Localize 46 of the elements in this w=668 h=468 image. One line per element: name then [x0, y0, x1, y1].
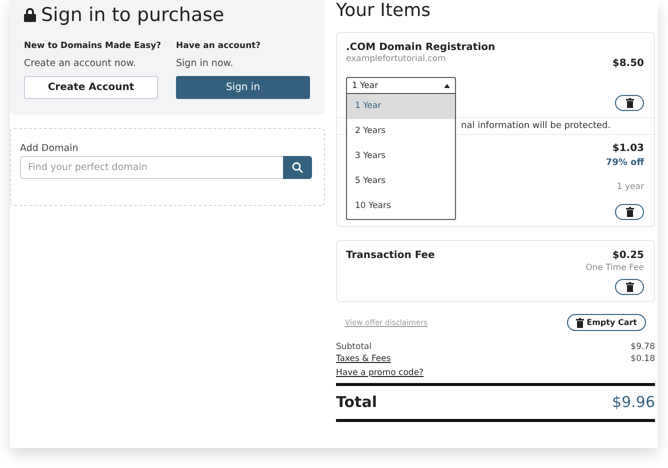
item-name: .COM Domain Registration	[346, 42, 496, 53]
empty-cart-button[interactable]: Empty Cart	[566, 314, 646, 331]
summary-label: Subtotal	[336, 342, 372, 352]
domain-search-field[interactable]: Find your perfect domain	[20, 156, 283, 179]
delete-button[interactable]	[615, 204, 644, 220]
notice-text: nal information will be protected.	[461, 121, 611, 131]
search-icon	[292, 162, 303, 173]
trash-icon	[626, 98, 634, 108]
dropdown-option[interactable]: 3 Years	[347, 144, 455, 169]
promo-link[interactable]: Have a promo code?	[336, 368, 424, 378]
field-label: Add Domain	[20, 143, 80, 154]
total-value: $9.96	[612, 393, 655, 411]
section-text: Sign in now.	[176, 58, 234, 70]
create-account-button[interactable]: Create Account	[24, 76, 158, 99]
dropdown-option[interactable]: 10 Years	[347, 194, 455, 219]
dropdown-option[interactable]: 1 Year	[347, 94, 455, 119]
section-heading: Have an account?	[176, 40, 262, 52]
item-price: $8.50	[612, 58, 644, 69]
addon-price: $1.03	[612, 143, 644, 154]
dropdown-value: 1 Year	[352, 80, 378, 90]
section-title: Your Items	[336, 0, 432, 22]
total-label: Total	[336, 393, 377, 411]
item-name: Transaction Fee	[346, 250, 435, 261]
delete-button[interactable]	[615, 279, 644, 295]
trash-icon	[626, 207, 634, 217]
search-button[interactable]	[283, 156, 312, 179]
signin-button[interactable]: Sign in	[176, 76, 310, 99]
caret-icon	[444, 84, 450, 88]
signin-title: Sign in to purchase	[41, 4, 224, 26]
discount-text: 79% off	[606, 158, 644, 168]
summary-value: $9.78	[630, 342, 655, 352]
item-price: $0.25	[612, 250, 644, 261]
domain-name: examplefortutorial.com	[346, 54, 447, 64]
section-heading: New to Domains Made Easy?	[24, 40, 158, 52]
dropdown-option[interactable]: 5 Years	[347, 169, 455, 194]
summary-link[interactable]: Taxes & Fees	[336, 354, 391, 364]
trash-icon	[626, 282, 634, 292]
fee-note: One Time Fee	[586, 263, 644, 273]
lock-icon	[24, 8, 36, 22]
term-dropdown[interactable]: 1 Year 1 Year 2 Years 3 Years 5 Years 10 Years	[346, 77, 456, 220]
summary-value: $0.18	[630, 354, 655, 364]
term-text: 1 year	[616, 182, 644, 192]
section-text: Create an account now.	[24, 58, 138, 70]
dropdown-option[interactable]: 2 Years	[347, 119, 455, 144]
delete-button[interactable]	[615, 95, 644, 111]
trash-icon	[576, 318, 584, 328]
